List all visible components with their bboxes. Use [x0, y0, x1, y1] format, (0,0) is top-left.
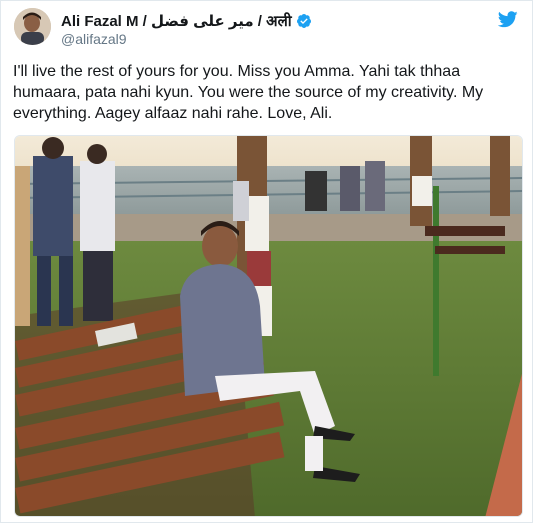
twitter-bird-icon[interactable]: [498, 11, 518, 28]
author-row: Ali Fazal M / میر علی فضل / अली: [61, 11, 312, 31]
avatar[interactable]: [14, 8, 51, 45]
author-name[interactable]: Ali Fazal M / میر علی فضل / अली: [61, 11, 292, 31]
tweet-photo[interactable]: [14, 135, 523, 517]
tweet-text: I'll live the rest of yours for you. Mis…: [13, 63, 484, 122]
user-avatar-icon: [14, 8, 51, 45]
tweet-card: Ali Fazal M / میر علی فضل / अली @alifaza…: [0, 0, 533, 523]
verified-badge-icon: [296, 14, 311, 28]
author-handle[interactable]: @alifazal9: [61, 31, 127, 47]
photo-mother-on-bench-seaside-icon: [15, 136, 522, 516]
